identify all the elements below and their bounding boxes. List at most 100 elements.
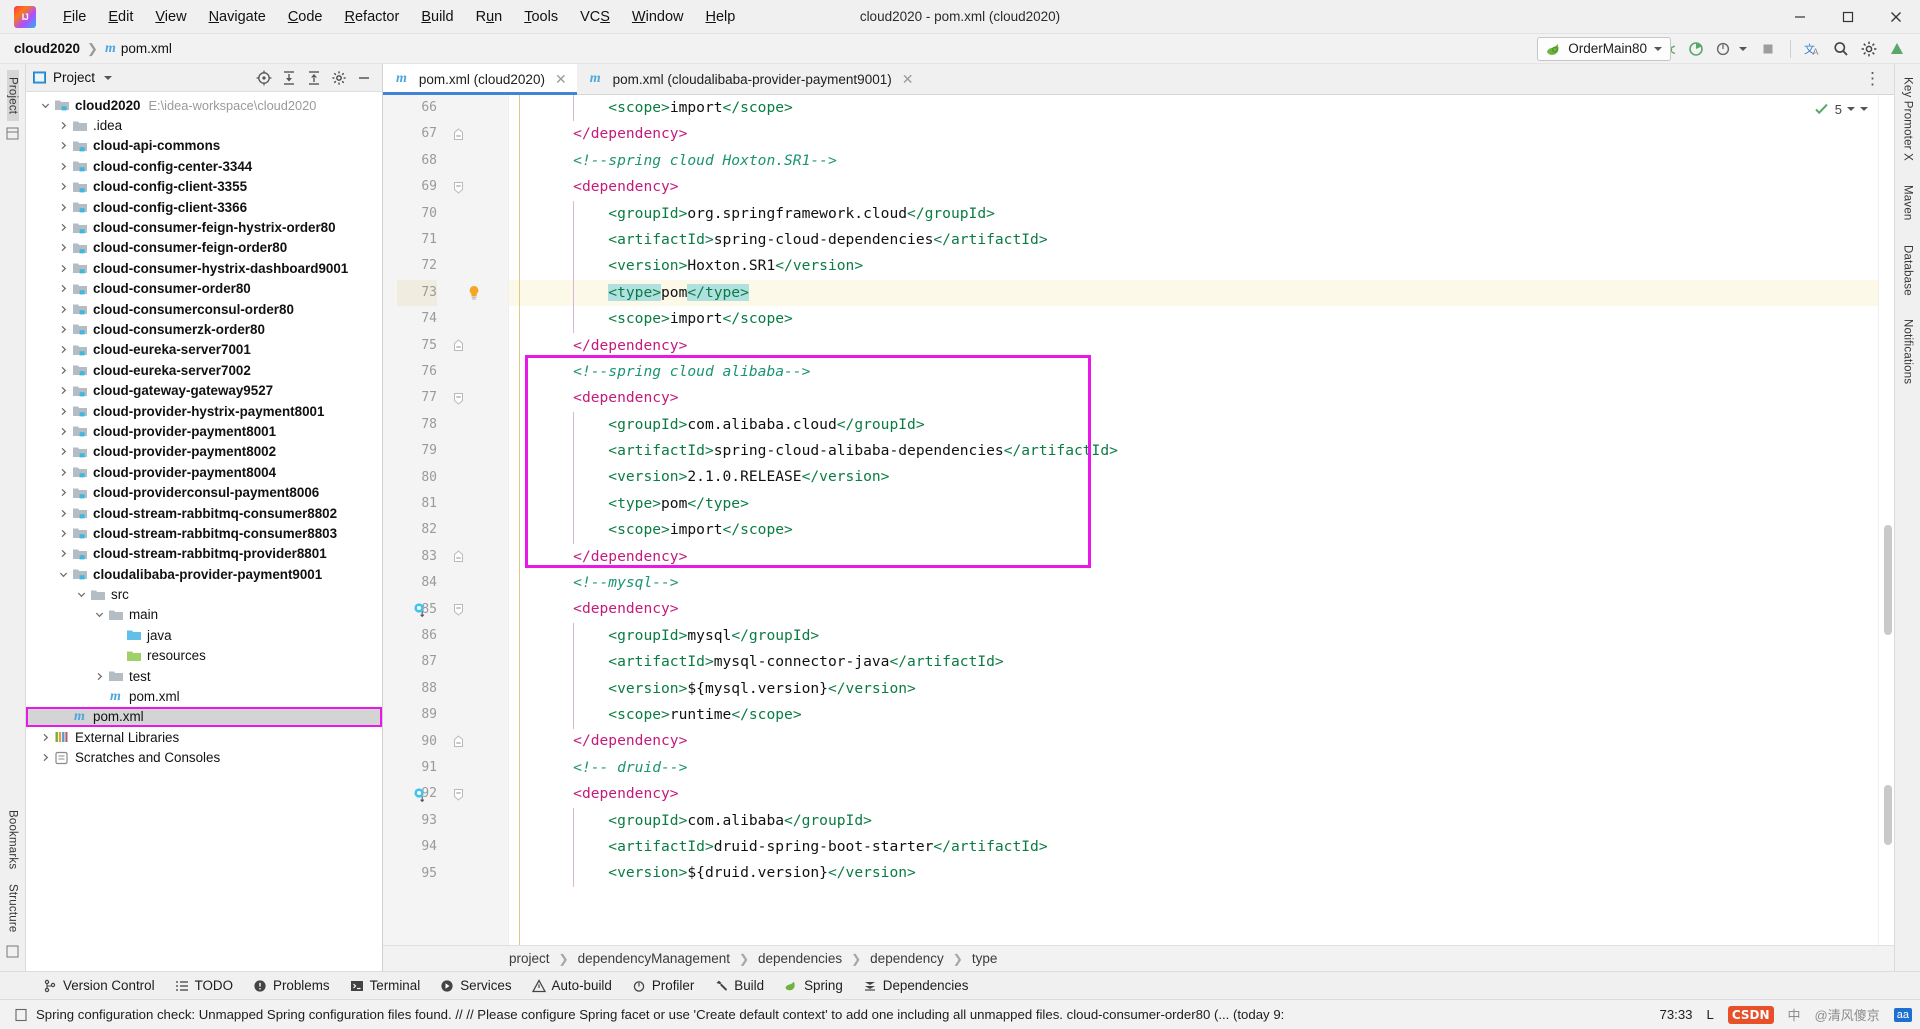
code-line-78[interactable]: <groupId>com.alibaba.cloud</groupId> [509, 412, 1878, 438]
menu-build[interactable]: Build [410, 4, 464, 30]
chevron-right-icon[interactable] [56, 407, 71, 416]
chevron-right-icon[interactable] [56, 325, 71, 334]
fold-toggle-icon[interactable] [451, 597, 465, 623]
code-line-76[interactable]: <!--spring cloud alibaba--> [509, 359, 1878, 385]
run-configuration-selector[interactable]: OrderMain80 [1537, 36, 1671, 61]
code-content[interactable]: <scope>import</scope> </dependency> <!--… [509, 95, 1878, 945]
tree-item-cloud-gateway-gateway9527[interactable]: cloud-gateway-gateway9527 [26, 380, 382, 400]
breadcrumb-dependency-node[interactable]: dependency [870, 951, 944, 966]
line-separator[interactable]: L [1707, 1007, 1714, 1022]
close-icon[interactable]: ✕ [902, 71, 914, 88]
chevron-right-icon[interactable] [38, 753, 53, 762]
tree-item-cloudalibaba-provider-payment9001[interactable]: cloudalibaba-provider-payment9001 [26, 564, 382, 584]
code-line-74[interactable]: <scope>import</scope> [509, 306, 1878, 332]
tree-item-cloud-consumerzk-order80[interactable]: cloud-consumerzk-order80 [26, 319, 382, 339]
tree-item-cloud-provider-payment8004[interactable]: cloud-provider-payment8004 [26, 462, 382, 482]
fold-toggle-icon[interactable] [451, 544, 465, 570]
bottom-tab-auto-build[interactable]: Auto-build [523, 975, 621, 996]
fold-toggle-icon[interactable] [451, 333, 465, 359]
fold-toggle-icon[interactable] [451, 174, 465, 200]
code-line-81[interactable]: <type>pom</type> [509, 491, 1878, 517]
code-line-94[interactable]: <artifactId>druid-spring-boot-starter</a… [509, 834, 1878, 860]
chevron-right-icon[interactable] [56, 386, 71, 395]
menu-edit[interactable]: Edit [97, 4, 144, 30]
code-line-86[interactable]: <groupId>mysql</groupId> [509, 623, 1878, 649]
chevron-right-icon[interactable] [56, 427, 71, 436]
tree-item-cloud-providerconsul-payment8006[interactable]: cloud-providerconsul-payment8006 [26, 482, 382, 502]
breadcrumb-type-node[interactable]: type [972, 951, 998, 966]
tree-item-cloud-consumerconsul-order80[interactable]: cloud-consumerconsul-order80 [26, 299, 382, 319]
profiler-icon[interactable] [1711, 37, 1737, 61]
tree-item-cloud-stream-rabbitmq-consumer8803[interactable]: cloud-stream-rabbitmq-consumer8803 [26, 523, 382, 543]
chevron-right-icon[interactable] [56, 345, 71, 354]
tree-item-cloud-eureka-server7002[interactable]: cloud-eureka-server7002 [26, 360, 382, 380]
chevron-down-icon-2[interactable] [1860, 107, 1868, 111]
bottom-tab-terminal[interactable]: Terminal [341, 975, 430, 996]
tool-window-key-promoter-x[interactable]: Key Promoter X [1902, 70, 1914, 168]
tree-item-cloud-provider-payment8002[interactable]: cloud-provider-payment8002 [26, 442, 382, 462]
bottom-tab-dependencies[interactable]: Dependencies [854, 975, 978, 996]
chevron-right-icon[interactable] [56, 305, 71, 314]
tree-item-cloud-consumer-order80[interactable]: cloud-consumer-order80 [26, 279, 382, 299]
tool-window-structure[interactable]: Structure [7, 877, 19, 939]
maximize-button[interactable] [1824, 0, 1872, 34]
chevron-right-icon[interactable] [56, 447, 71, 456]
bottom-tab-spring[interactable]: Spring [775, 975, 852, 996]
editor-tab-pom-cloudalibaba[interactable]: m pom.xml (cloudalibaba-provider-payment… [577, 64, 924, 94]
bulb-icon[interactable] [467, 280, 481, 306]
tree-item-cloud-config-center-3344[interactable]: cloud-config-center-3344 [26, 156, 382, 176]
code-line-77[interactable]: <dependency> [509, 385, 1878, 411]
tree-item-test[interactable]: test [26, 666, 382, 686]
tree-item-src[interactable]: src [26, 584, 382, 604]
breadcrumb-project[interactable]: cloud2020 [14, 41, 80, 56]
run-with-coverage-icon[interactable] [1683, 37, 1709, 61]
tree-item-cloud-api-commons[interactable]: cloud-api-commons [26, 136, 382, 156]
tree-item-cloud-eureka-server7001[interactable]: cloud-eureka-server7001 [26, 340, 382, 360]
chevron-right-icon[interactable] [56, 529, 71, 538]
chevron-right-icon[interactable] [56, 121, 71, 130]
chevron-right-icon[interactable] [56, 162, 71, 171]
editor-scrollbar-thumb[interactable] [1884, 525, 1892, 635]
chevron-down-icon[interactable] [74, 590, 89, 599]
code-line-80[interactable]: <version>2.1.0.RELEASE</version> [509, 464, 1878, 490]
chevron-right-icon[interactable] [56, 509, 71, 518]
chevron-right-icon[interactable] [56, 141, 71, 150]
status-message[interactable]: Spring configuration check: Unmapped Spr… [36, 1007, 1284, 1022]
bean-icon[interactable] [413, 781, 427, 807]
breadcrumb-project-node[interactable]: project [509, 951, 550, 966]
code-line-66[interactable]: <scope>import</scope> [509, 95, 1878, 121]
tool-window-project[interactable]: Project [6, 70, 19, 122]
chevron-right-icon[interactable] [56, 468, 71, 477]
chevron-right-icon[interactable] [56, 549, 71, 558]
bean-icon[interactable] [413, 597, 427, 623]
chevron-down-icon[interactable] [92, 610, 107, 619]
close-icon[interactable]: ✕ [555, 71, 567, 88]
menu-run[interactable]: Run [465, 4, 514, 30]
code-line-88[interactable]: <version>${mysql.version}</version> [509, 676, 1878, 702]
tree-item-cloud2020[interactable]: cloud2020 E:\idea-workspace\cloud2020 [26, 95, 382, 115]
tool-window-maven[interactable]: Maven [1902, 178, 1914, 228]
menu-help[interactable]: Help [694, 4, 746, 30]
tree-item-cloud-consumer-feign-hystrix-order80[interactable]: cloud-consumer-feign-hystrix-order80 [26, 217, 382, 237]
fold-toggle-icon[interactable] [451, 121, 465, 147]
menu-window[interactable]: Window [621, 4, 695, 30]
fold-toggle-icon[interactable] [451, 385, 465, 411]
chevron-down-icon[interactable] [1654, 46, 1662, 51]
editor-gutter[interactable]: 66 67 68 69 70 71 72 73 74 75 76 77 78 79 80 81 82 83 84 85… [383, 95, 509, 945]
code-line-70[interactable]: <groupId>org.springframework.cloud</grou… [509, 201, 1878, 227]
chevron-right-icon[interactable] [56, 284, 71, 293]
code-line-73[interactable]: <type>pom</type> [509, 279, 1878, 307]
close-button[interactable] [1872, 0, 1920, 34]
editor-options-icon[interactable]: ⋮ [1852, 64, 1894, 94]
collapse-all-icon[interactable] [302, 67, 326, 89]
chevron-down-icon[interactable] [38, 101, 53, 110]
fold-toggle-icon[interactable] [451, 781, 465, 807]
menu-vcs[interactable]: VCS [569, 4, 621, 30]
code-line-85[interactable]: <dependency> [509, 596, 1878, 622]
settings-icon[interactable] [327, 67, 351, 89]
tree-item-cloud-config-client-3355[interactable]: cloud-config-client-3355 [26, 177, 382, 197]
chevron-right-icon[interactable] [56, 203, 71, 212]
chevron-right-icon[interactable] [56, 243, 71, 252]
code-line-71[interactable]: <artifactId>spring-cloud-dependencies</a… [509, 227, 1878, 253]
editor-tab-pom-cloud2020[interactable]: m pom.xml (cloud2020) ✕ [383, 64, 577, 95]
